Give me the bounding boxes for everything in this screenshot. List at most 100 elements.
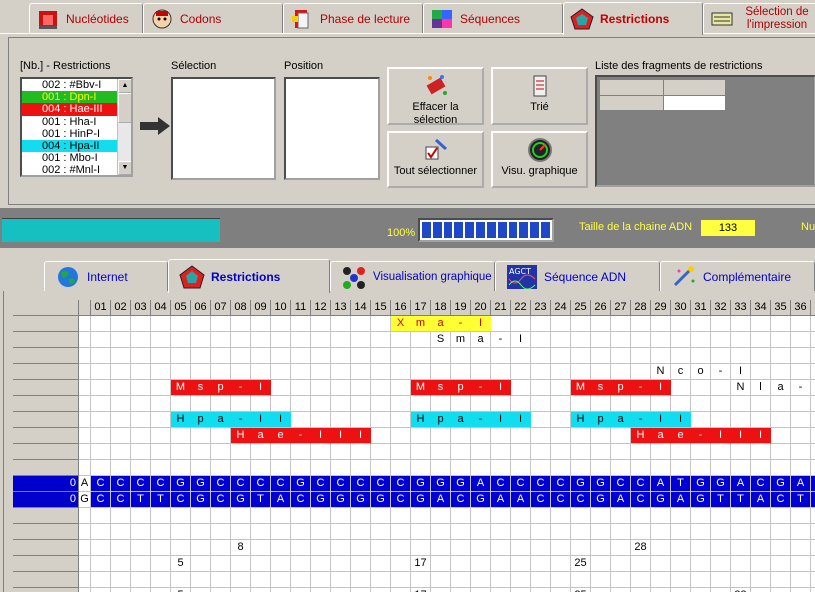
restriction-site-cell: I	[751, 428, 771, 444]
nucleotide-cell: G	[591, 492, 611, 508]
grid-cell	[151, 348, 171, 364]
tab-graphic-visualization[interactable]: Visualisation graphique	[330, 261, 495, 292]
position-list[interactable]	[284, 77, 380, 180]
grid-cell	[531, 316, 551, 332]
grid-cell	[371, 572, 391, 588]
grid-cell	[311, 508, 331, 524]
selection-list[interactable]	[171, 77, 276, 180]
grid-cell	[251, 444, 271, 460]
restriction-item[interactable]: 001 : Mbo-I	[22, 152, 120, 165]
tab-reading-frame[interactable]: Phase de lecture	[283, 3, 423, 34]
grid-cell	[271, 588, 291, 592]
grid-cell	[511, 460, 531, 476]
scroll-down-icon[interactable]: ▼	[118, 161, 131, 175]
restrictions-list-scrollbar[interactable]: ▲ ▼	[117, 79, 131, 175]
visu-graphique-button[interactable]: Visu. graphique	[491, 131, 588, 188]
select-all-button[interactable]: Tout sélectionner	[387, 131, 484, 188]
sort-icon	[533, 75, 546, 97]
grid-cell	[331, 364, 351, 380]
fragments-grid[interactable]	[595, 75, 815, 187]
grid-cell	[711, 316, 731, 332]
grid-cell	[631, 332, 651, 348]
grid-cell	[771, 508, 791, 524]
nucleotide-cell: C	[751, 476, 771, 492]
grid-cell	[111, 444, 131, 460]
grid-cell	[711, 508, 731, 524]
grid-cell	[711, 380, 731, 396]
grid-cell	[651, 348, 671, 364]
restrictions-list[interactable]: 002 : #Bbv-I 001 : Dpn-I 004 : Hae-III 001 …	[20, 77, 133, 177]
progress-segment	[432, 222, 442, 238]
grid-cell	[731, 396, 751, 412]
grid-cell	[731, 348, 751, 364]
scroll-up-icon[interactable]: ▲	[118, 79, 131, 93]
grid-cell	[111, 412, 131, 428]
restriction-item[interactable]: 002 : #Bbv-I	[22, 79, 120, 92]
grid-cell	[391, 380, 411, 396]
grid-cell	[631, 348, 651, 364]
tab-internet[interactable]: Internet	[44, 261, 168, 292]
grid-cell	[511, 588, 531, 592]
grid-cell	[451, 556, 471, 572]
nucleotide-cell: C	[111, 476, 131, 492]
row-header	[13, 316, 79, 332]
grid-cell	[131, 348, 151, 364]
grid-cell	[451, 348, 471, 364]
tab-print-selection[interactable]: Sélection de l'impression	[703, 3, 815, 34]
grid-cell	[511, 540, 531, 556]
grid-cell	[271, 396, 291, 412]
grid-cell	[591, 428, 611, 444]
grid-cell	[631, 572, 651, 588]
grid-cell	[791, 540, 811, 556]
restriction-item[interactable]: 004 : Hae-III	[22, 103, 120, 116]
nucleotide-cell: C	[91, 492, 111, 508]
grid-cell	[91, 588, 111, 592]
grid-cell	[591, 316, 611, 332]
grid-cell	[311, 380, 331, 396]
restriction-item[interactable]: 001 : Dpn-I	[22, 91, 120, 104]
restriction-item[interactable]: 001 : Hha-I	[22, 115, 120, 128]
tab-nucleotides[interactable]: Nucléotides	[29, 3, 143, 34]
grid-cell	[631, 444, 651, 460]
tab-dna-sequence[interactable]: AGCT Séquence ADN	[495, 261, 660, 292]
tab-restrictions[interactable]: Restrictions	[563, 2, 703, 35]
row-header	[13, 428, 79, 444]
reading-frame-icon	[292, 10, 309, 29]
sort-button[interactable]: Trié	[491, 67, 588, 125]
restriction-map-grid[interactable]: 01 02 03 04 05 06 07 08 09 10 11 12 13 14 15 16 17 18 19 20…	[3, 291, 815, 592]
grid-cell	[671, 588, 691, 592]
sequence-start-base: A	[79, 476, 91, 492]
column-header: 27	[611, 300, 631, 316]
grid-cell	[451, 364, 471, 380]
selection-label: Sélection	[171, 60, 217, 72]
restriction-site-cell: s	[431, 380, 451, 396]
grid-cell	[391, 460, 411, 476]
position-mark: 33	[731, 588, 751, 592]
tab-codons[interactable]: Codons	[143, 3, 283, 34]
grid-cell	[331, 524, 351, 540]
grid-cell	[751, 508, 771, 524]
grid-cell	[411, 332, 431, 348]
tab-restrictions-bottom[interactable]: Restrictions	[168, 259, 330, 293]
grid-cell	[791, 316, 811, 332]
grid-cell	[651, 524, 671, 540]
grid-cell	[251, 316, 271, 332]
grid-cell	[311, 524, 331, 540]
grid-cell	[351, 348, 371, 364]
scroll-thumb[interactable]	[118, 93, 131, 123]
restriction-item[interactable]: 001 : HinP-I	[22, 127, 120, 140]
grid-cell	[771, 412, 791, 428]
grid-cell	[611, 316, 631, 332]
clear-selection-button[interactable]: Effacer la sélection	[387, 67, 484, 126]
grid-cell	[271, 380, 291, 396]
tab-sequences[interactable]: Séquences	[423, 3, 563, 34]
grid-cell	[151, 364, 171, 380]
grid-cell	[431, 348, 451, 364]
restriction-item[interactable]: 004 : Hpa-II	[22, 139, 120, 153]
sequences-icon	[432, 10, 452, 28]
nucleotide-cell: G	[191, 476, 211, 492]
grid-cell	[511, 428, 531, 444]
tab-complementary[interactable]: Complémentaire	[660, 261, 815, 292]
restriction-item[interactable]: 002 : #Mnl-I	[22, 164, 120, 175]
grid-cell	[151, 572, 171, 588]
